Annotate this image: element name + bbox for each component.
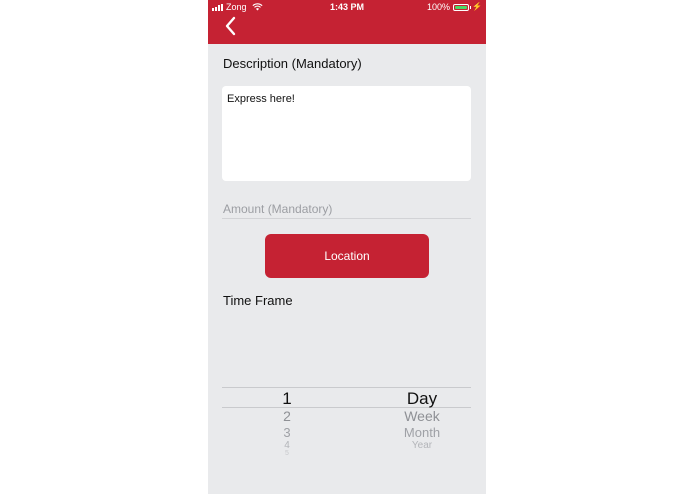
picker-unit-option[interactable]: Day <box>382 389 462 409</box>
picker-unit-option[interactable]: Week <box>382 408 462 424</box>
battery-percent: 100% <box>427 2 451 12</box>
status-bar: Zong 1:43 PM 100% ⚡ <box>208 0 486 14</box>
time-frame-label: Time Frame <box>223 293 293 308</box>
charging-bolt-icon: ⚡ <box>472 2 482 11</box>
picker-number-column[interactable]: 1 2 3 4 5 <box>262 370 312 465</box>
picker-number-option[interactable]: 3 <box>262 425 312 440</box>
picker-number-option[interactable]: 2 <box>262 408 312 424</box>
time-frame-picker: 1 2 3 4 5 Day Week Month Year <box>222 370 471 465</box>
location-button[interactable]: Location <box>265 234 429 278</box>
battery-icon <box>453 3 472 11</box>
description-textarea[interactable] <box>222 86 471 181</box>
battery-fill <box>455 5 468 9</box>
app-screen: Zong 1:43 PM 100% ⚡ Description (Mandato… <box>208 0 486 494</box>
amount-input[interactable] <box>222 199 471 219</box>
picker-number-option[interactable]: 5 <box>262 450 312 455</box>
description-label: Description (Mandatory) <box>223 56 362 71</box>
picker-unit-option[interactable]: Year <box>382 440 462 451</box>
picker-unit-option[interactable]: Month <box>382 425 462 440</box>
picker-number-option[interactable]: 1 <box>262 389 312 409</box>
back-button[interactable] <box>220 14 240 38</box>
chevron-left-icon <box>225 16 236 36</box>
picker-unit-column[interactable]: Day Week Month Year <box>382 370 462 465</box>
navigation-bar: Zong 1:43 PM 100% ⚡ <box>208 0 486 44</box>
status-right: 100% ⚡ <box>427 0 482 14</box>
